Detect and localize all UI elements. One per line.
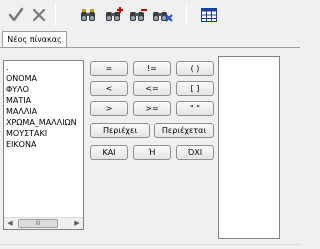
find-add-button[interactable] (104, 5, 124, 25)
query-panel: Νέος πίνακας . ΟΝΟΜΑ ΦΥΛΟ ΜΑΤΙΑ ΜΑΛΛΙΑ Χ… (0, 30, 300, 249)
cancel-button[interactable] (30, 5, 48, 25)
binoculars-icon (81, 9, 95, 21)
or-button[interactable]: Ή (133, 145, 171, 160)
status-strip (0, 244, 300, 249)
list-item[interactable]: . (6, 62, 83, 73)
less-equal-button[interactable]: <= (133, 81, 171, 96)
table-icon (201, 8, 217, 22)
find-clear-button[interactable] (151, 5, 173, 25)
tab-new-table[interactable]: Νέος πίνακας (2, 31, 67, 47)
value-list[interactable] (218, 56, 280, 239)
find-remove-button[interactable] (128, 5, 148, 25)
field-items: . ΟΝΟΜΑ ΦΥΛΟ ΜΑΤΙΑ ΜΑΛΛΙΑ ΧΡΩΜΑ_ΜΑΛΛΙΩΝ … (4, 61, 83, 150)
field-list[interactable]: . ΟΝΟΜΑ ΦΥΛΟ ΜΑΤΙΑ ΜΑΛΛΙΑ ΧΡΩΜΑ_ΜΑΛΛΙΩΝ … (3, 60, 84, 230)
toolbar (0, 0, 300, 30)
parentheses-button[interactable]: ( ) (176, 61, 214, 76)
scroll-left-icon[interactable]: ◀ (4, 218, 16, 229)
list-item[interactable]: ΦΥΛΟ (6, 84, 83, 95)
greater-equal-button[interactable]: >= (133, 101, 171, 116)
checkmark-icon (8, 7, 24, 22)
list-item[interactable]: ΜΑΛΛΙΑ (6, 106, 83, 117)
greater-than-button[interactable]: > (90, 101, 128, 116)
quotes-button[interactable]: " " (176, 101, 214, 116)
scroll-thumb[interactable]: III (18, 219, 58, 228)
list-item[interactable]: ΜΟΥΣΤΑΚΙ (6, 128, 83, 139)
contains-button[interactable]: Περιέχει (90, 123, 150, 138)
binoculars-clear-icon (153, 12, 173, 22)
not-button[interactable]: ΌΧΙ (176, 145, 214, 160)
list-item[interactable]: ΟΝΟΜΑ (6, 73, 83, 84)
equals-button[interactable]: = (90, 61, 128, 76)
find-button[interactable] (79, 5, 97, 25)
brackets-button[interactable]: [ ] (176, 81, 214, 96)
accept-button[interactable] (7, 5, 25, 25)
vertical-scrollbar[interactable] (288, 48, 300, 249)
and-button[interactable]: ΚΑΙ (90, 145, 128, 160)
binoculars-add-icon (106, 7, 123, 21)
table-button[interactable] (201, 5, 217, 25)
close-icon (32, 8, 46, 22)
query-builder: . ΟΝΟΜΑ ΦΥΛΟ ΜΑΤΙΑ ΜΑΛΛΙΑ ΧΡΩΜΑ_ΜΑΛΛΙΩΝ … (0, 47, 300, 249)
scroll-right-icon[interactable]: ▶ (71, 218, 83, 229)
toolbar-separator (55, 4, 56, 26)
list-item[interactable]: ΕΙΚΟΝΑ (6, 139, 83, 150)
less-than-button[interactable]: < (90, 81, 128, 96)
toolbar-separator (186, 4, 187, 26)
contained-in-button[interactable]: Περιέχεται (154, 123, 214, 138)
not-equals-button[interactable]: != (133, 61, 171, 76)
list-item[interactable]: ΧΡΩΜΑ_ΜΑΛΛΙΩΝ (6, 117, 83, 128)
binoculars-remove-icon (130, 9, 147, 21)
horizontal-scrollbar[interactable]: ◀ III ▶ (4, 217, 83, 229)
list-item[interactable]: ΜΑΤΙΑ (6, 95, 83, 106)
